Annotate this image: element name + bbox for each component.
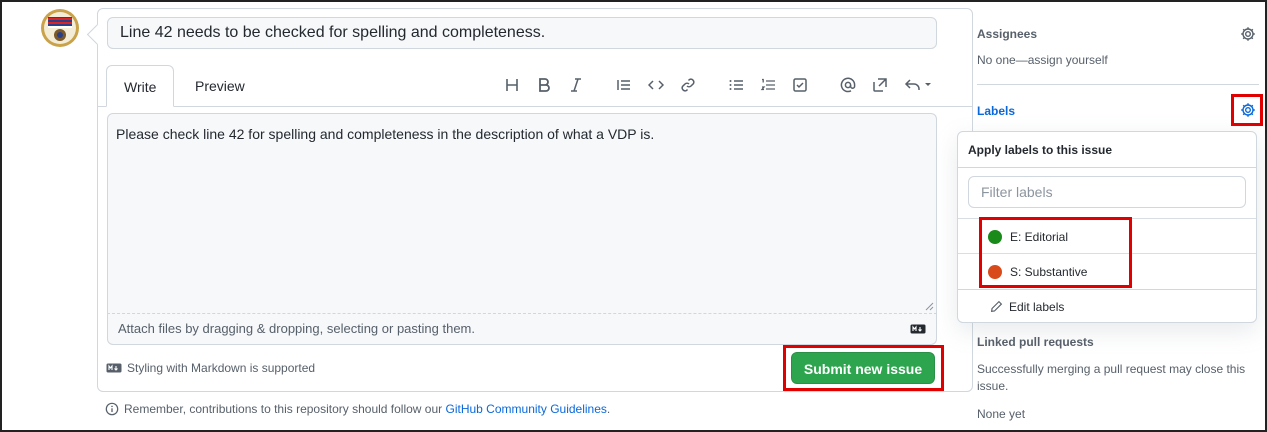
- markdown-support-text: Styling with Markdown is supported: [127, 361, 316, 375]
- tab-preview[interactable]: Preview: [178, 65, 262, 107]
- tab-write[interactable]: Write: [106, 65, 175, 107]
- attach-files-bar[interactable]: Attach files by dragging & dropping, sel…: [107, 313, 937, 345]
- linked-pull-requests-heading: Linked pull requests: [977, 335, 1094, 349]
- task-list-icon[interactable]: [788, 73, 812, 97]
- markdown-icon: [910, 324, 926, 334]
- community-guidelines-link[interactable]: GitHub Community Guidelines: [446, 402, 607, 416]
- info-icon: [105, 402, 119, 416]
- avatar[interactable]: [40, 8, 80, 48]
- new-issue-form: Write Preview Please check line 42 for s…: [97, 8, 973, 392]
- labels-heading[interactable]: Labels: [977, 104, 1015, 118]
- assignees-gear-icon[interactable]: [1240, 26, 1256, 42]
- attach-hint: Attach files by dragging & dropping, sel…: [118, 321, 475, 336]
- numbered-list-icon[interactable]: [756, 73, 780, 97]
- issue-body-text: Please check line 42 for spelling and co…: [116, 126, 655, 142]
- guidelines-prefix: Remember, contributions to this reposito…: [124, 402, 446, 416]
- issue-body-textarea[interactable]: Please check line 42 for spelling and co…: [107, 113, 937, 313]
- sidebar-divider: [977, 84, 1259, 85]
- markdown-icon: [106, 363, 122, 373]
- reference-icon[interactable]: [868, 73, 892, 97]
- bold-icon[interactable]: [532, 73, 556, 97]
- reply-icon[interactable]: [902, 73, 936, 97]
- linked-pull-requests-value: None yet: [977, 407, 1026, 421]
- issue-title-input[interactable]: [107, 17, 937, 49]
- edit-labels-text: Edit labels: [1009, 299, 1065, 314]
- community-guidelines-note: Remember, contributions to this reposito…: [105, 402, 610, 416]
- assignees-heading[interactable]: Assignees: [977, 27, 1037, 41]
- submit-new-issue-button[interactable]: Submit new issue: [791, 352, 935, 384]
- linked-pull-requests-text: Successfully merging a pull request may …: [977, 362, 1246, 393]
- resize-grip-icon[interactable]: [924, 301, 934, 311]
- filter-labels-input[interactable]: [968, 176, 1246, 208]
- avatar-seal-icon: [41, 9, 79, 47]
- edit-labels-link[interactable]: Edit labels: [958, 289, 1256, 323]
- labels-dropdown-header: Apply labels to this issue: [958, 132, 1256, 168]
- tab-divider: [98, 106, 972, 107]
- link-icon[interactable]: [676, 73, 700, 97]
- labels-gear-icon[interactable]: [1240, 102, 1256, 118]
- bulleted-list-icon[interactable]: [724, 73, 748, 97]
- quote-icon[interactable]: [612, 73, 636, 97]
- heading-icon[interactable]: [500, 73, 524, 97]
- markdown-support-note[interactable]: Styling with Markdown is supported: [106, 361, 315, 375]
- labels-highlight-box: [979, 217, 1132, 288]
- pencil-icon: [990, 300, 1003, 313]
- mention-icon[interactable]: [836, 73, 860, 97]
- assignees-value[interactable]: No one—assign yourself: [977, 53, 1108, 67]
- code-icon[interactable]: [644, 73, 668, 97]
- guidelines-suffix: .: [606, 402, 611, 416]
- italic-icon[interactable]: [564, 73, 588, 97]
